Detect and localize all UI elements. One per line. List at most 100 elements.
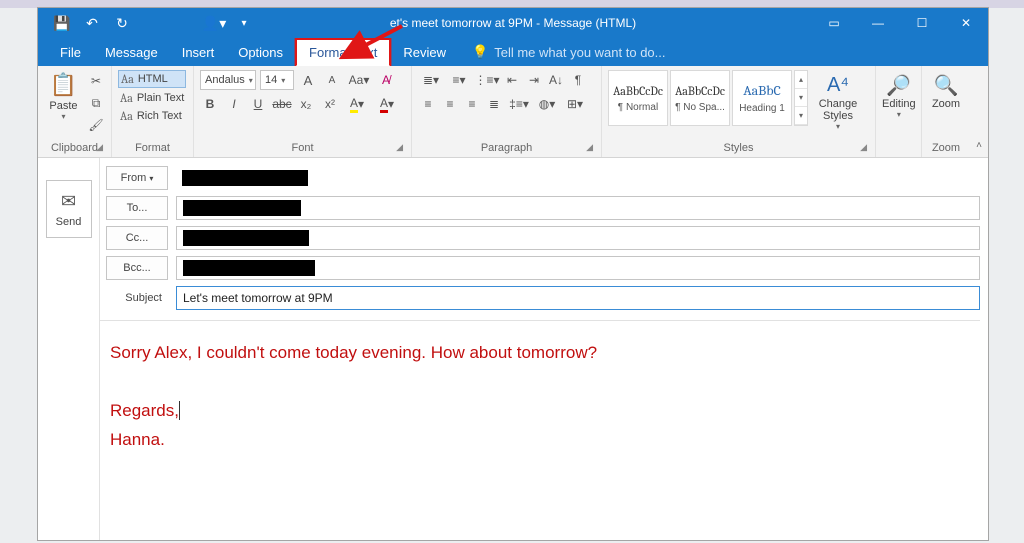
- multilevel-list-icon[interactable]: ⋮≡▾: [474, 70, 500, 90]
- text-cursor: [179, 401, 180, 420]
- numbering-icon[interactable]: ≡▾: [446, 70, 472, 90]
- group-paragraph: ≣▾ ≡▾ ⋮≡▾ ⇤ ⇥ A↓ ¶ ≡ ≡ ≡ ≣ ‡≡▾ ◍▾: [412, 66, 602, 157]
- find-icon: 🔎: [886, 72, 911, 98]
- highlight-color-icon[interactable]: A▾: [344, 94, 370, 114]
- justify-icon[interactable]: ≣: [484, 94, 504, 114]
- grow-font-icon[interactable]: A: [298, 70, 318, 90]
- maximize-button[interactable]: ☐: [900, 8, 944, 38]
- dialog-launcher-icon[interactable]: ◢: [860, 142, 867, 153]
- show-marks-icon[interactable]: ¶: [568, 70, 588, 90]
- zoom-button[interactable]: 🔍Zoom: [928, 70, 964, 110]
- cut-icon[interactable]: ✂: [87, 72, 105, 90]
- from-button[interactable]: From ▾: [106, 166, 168, 190]
- compose-area: ✉ Send From ▾ To... Cc... Bcc...: [38, 158, 988, 540]
- bcc-button[interactable]: Bcc...: [106, 256, 168, 280]
- window-title: et's meet tomorrow at 9PM - Message (HTM…: [390, 16, 636, 30]
- superscript-button[interactable]: x²: [320, 94, 340, 114]
- close-button[interactable]: ✕: [944, 8, 988, 38]
- group-font: Andalus▾ 14▾ A A Aa▾ A̸ B I U abc x₂ x²: [194, 66, 412, 157]
- cc-field[interactable]: [176, 226, 980, 250]
- save-icon[interactable]: 💾: [48, 9, 76, 37]
- format-rich-text-button[interactable]: AaRich Text: [118, 108, 186, 124]
- body-regards: Regards,: [110, 397, 970, 426]
- style-heading-1[interactable]: AaBbCHeading 1: [732, 70, 792, 126]
- style-no-spacing[interactable]: AaBbCcDc¶ No Spa...: [670, 70, 730, 126]
- group-zoom: 🔍Zoom Zoom: [922, 66, 970, 157]
- shading-icon[interactable]: ◍▾: [534, 94, 560, 114]
- dialog-launcher-icon[interactable]: ◢: [96, 142, 103, 153]
- envelope-icon: ✉: [61, 191, 76, 212]
- align-right-icon[interactable]: ≡: [462, 94, 482, 114]
- window-controls: ▭ — ☐ ✕: [812, 8, 988, 38]
- underline-button[interactable]: U: [248, 94, 268, 114]
- collapse-ribbon-icon[interactable]: ˄: [970, 66, 988, 157]
- format-html-button[interactable]: AaAa HTMLHTML: [118, 70, 186, 88]
- decrease-indent-icon[interactable]: ⇤: [502, 70, 522, 90]
- subject-field[interactable]: Let's meet tomorrow at 9PM: [176, 286, 980, 310]
- font-color-icon[interactable]: A▾: [374, 94, 400, 114]
- outlook-message-window: 💾 ↶ ↻ 👤▾ ▾ et's meet tomorrow at 9PM - M…: [37, 7, 989, 541]
- shrink-font-icon[interactable]: A: [322, 70, 342, 90]
- bcc-field[interactable]: [176, 256, 980, 280]
- style-gallery-scroll[interactable]: ▴▾▾: [794, 70, 808, 126]
- font-name-combo[interactable]: Andalus▾: [200, 70, 256, 90]
- send-button[interactable]: ✉ Send: [46, 180, 92, 238]
- redo-icon[interactable]: ↻: [108, 9, 136, 37]
- editing-button[interactable]: 🔎Editing▾: [882, 70, 916, 119]
- format-painter-icon[interactable]: 🖌: [87, 116, 105, 134]
- increase-indent-icon[interactable]: ⇥: [524, 70, 544, 90]
- to-field[interactable]: [176, 196, 980, 220]
- cc-button[interactable]: Cc...: [106, 226, 168, 250]
- undo-icon[interactable]: ↶: [78, 9, 106, 37]
- clear-formatting-icon[interactable]: A̸: [376, 70, 396, 90]
- format-plain-text-button[interactable]: AaPlain Text: [118, 90, 186, 106]
- change-styles-icon: A⁴: [827, 72, 849, 98]
- line-spacing-icon[interactable]: ‡≡▾: [506, 94, 532, 114]
- contact-icon[interactable]: 👤▾: [200, 9, 228, 37]
- header-fields: From ▾ To... Cc... Bcc... Subject Let's …: [100, 158, 988, 540]
- minimize-button[interactable]: —: [856, 8, 900, 38]
- quick-access-toolbar: 💾 ↶ ↻ 👤▾ ▾: [38, 9, 258, 37]
- paste-button[interactable]: 📋 Paste ▾: [44, 70, 83, 121]
- body-signature: Hanna.: [110, 426, 970, 455]
- subscript-button[interactable]: x₂: [296, 94, 316, 114]
- clipboard-icon: 📋: [50, 72, 77, 98]
- title-bar: 💾 ↶ ↻ 👤▾ ▾ et's meet tomorrow at 9PM - M…: [38, 8, 988, 38]
- tab-format-text[interactable]: Format Text: [295, 38, 391, 67]
- tab-options[interactable]: Options: [226, 38, 295, 66]
- change-styles-button[interactable]: A⁴ Change Styles ▾: [816, 70, 860, 131]
- tab-insert[interactable]: Insert: [170, 38, 227, 66]
- borders-icon[interactable]: ⊞▾: [562, 94, 588, 114]
- subject-label: Subject: [106, 286, 168, 310]
- group-styles: AaBbCcDc¶ Normal AaBbCcDc¶ No Spa... AaB…: [602, 66, 876, 157]
- ribbon-display-options-icon[interactable]: ▭: [812, 8, 856, 38]
- tab-message[interactable]: Message: [93, 38, 170, 66]
- style-normal[interactable]: AaBbCcDc¶ Normal: [608, 70, 668, 126]
- italic-button[interactable]: I: [224, 94, 244, 114]
- group-format: AaAa HTMLHTML AaPlain Text AaRich Text F…: [112, 66, 194, 157]
- group-clipboard: 📋 Paste ▾ ✂ ⧉ 🖌 Clipboard◢: [38, 66, 112, 157]
- change-case-icon[interactable]: Aa▾: [346, 70, 372, 90]
- ribbon-tabs: File Message Insert Options Format Text …: [38, 38, 988, 66]
- group-editing: 🔎Editing▾: [876, 66, 922, 157]
- align-center-icon[interactable]: ≡: [440, 94, 460, 114]
- from-value: [176, 166, 980, 190]
- bold-button[interactable]: B: [200, 94, 220, 114]
- strikethrough-button[interactable]: abc: [272, 94, 292, 114]
- body-line-1: Sorry Alex, I couldn't come today evenin…: [110, 339, 970, 368]
- tab-file[interactable]: File: [48, 38, 93, 66]
- dialog-launcher-icon[interactable]: ◢: [396, 142, 403, 153]
- qat-customize-icon[interactable]: ▾: [230, 9, 258, 37]
- font-size-combo[interactable]: 14▾: [260, 70, 294, 90]
- message-body[interactable]: Sorry Alex, I couldn't come today evenin…: [100, 320, 980, 540]
- dialog-launcher-icon[interactable]: ◢: [586, 142, 593, 153]
- tab-review[interactable]: Review: [391, 38, 458, 66]
- tell-me-search[interactable]: 💡 Tell me what you want to do...: [472, 38, 665, 66]
- copy-icon[interactable]: ⧉: [87, 94, 105, 112]
- bullets-icon[interactable]: ≣▾: [418, 70, 444, 90]
- to-button[interactable]: To...: [106, 196, 168, 220]
- sort-icon[interactable]: A↓: [546, 70, 566, 90]
- lightbulb-icon: 💡: [472, 44, 488, 60]
- align-left-icon[interactable]: ≡: [418, 94, 438, 114]
- ribbon: 📋 Paste ▾ ✂ ⧉ 🖌 Clipboard◢ AaAa HTMLHTML…: [38, 66, 988, 158]
